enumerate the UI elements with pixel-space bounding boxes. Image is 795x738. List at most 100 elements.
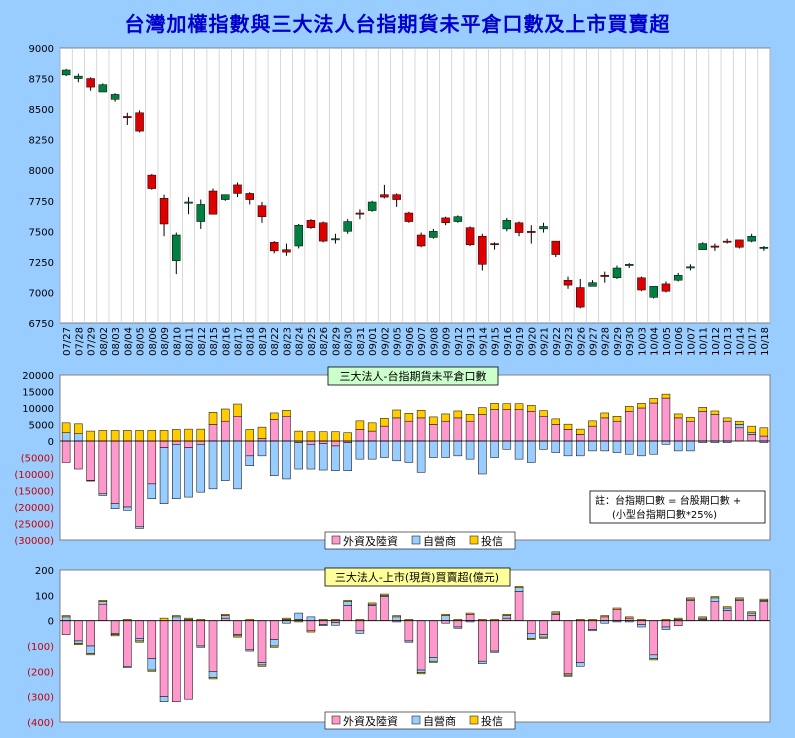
- oi-ytick-label: (10000): [14, 470, 54, 481]
- cash-bar: [221, 615, 230, 619]
- cash-bar: [441, 614, 450, 616]
- oi-bar: [514, 440, 524, 460]
- candle-xtick-label: 08/31: [356, 327, 367, 356]
- candle-xtick-label: 07/28: [74, 327, 85, 356]
- cash-bar: [172, 620, 181, 702]
- charts-svg: 9000 8750 8500 8250 8000 7750 7500 7250 7000 6750…: [14, 44, 771, 730]
- oi-legend-label: 自營商: [423, 534, 456, 548]
- cash-bar: [416, 669, 426, 673]
- oi-bar: [135, 440, 144, 528]
- candle-body: [404, 212, 414, 222]
- candle-body: [331, 238, 340, 241]
- cash-bar: [686, 597, 695, 600]
- cash-bar: [416, 672, 426, 675]
- cash-bar: [637, 620, 646, 625]
- oi-bar: [269, 440, 279, 476]
- cash-bar: [74, 620, 83, 642]
- oi-ytick-label: (5000): [21, 454, 54, 465]
- candle-xtick-label: 09/08: [429, 327, 440, 356]
- cash-bar: [661, 620, 671, 628]
- candle-body: [612, 267, 622, 279]
- candle-xtick-label: 09/28: [601, 327, 612, 356]
- cash-bar: [135, 620, 144, 639]
- cash-bar: [722, 607, 732, 611]
- oi-bar: [637, 403, 646, 409]
- oi-bar: [208, 424, 218, 442]
- cash-bar: [196, 620, 206, 647]
- candle-xtick-label: 08/10: [172, 327, 183, 356]
- candle-body: [74, 75, 83, 79]
- cash-legend-swatch: [331, 715, 341, 725]
- cash-bar: [514, 586, 524, 588]
- oi-bar: [722, 420, 732, 442]
- candle-body: [661, 283, 671, 292]
- candle-body: [673, 275, 683, 281]
- oi-bar: [649, 402, 658, 442]
- oi-bar: [343, 442, 352, 471]
- cash-bar: [588, 620, 597, 630]
- cash-bar: [649, 620, 658, 656]
- candle-xtick-label: 09/22: [552, 327, 563, 356]
- oi-bar: [649, 398, 658, 404]
- cash-bar: [453, 626, 463, 629]
- candle-xtick-label: 09/01: [368, 327, 379, 356]
- oi-bar: [735, 427, 744, 442]
- cash-ytick-label: (400): [27, 718, 54, 729]
- cash-bar: [380, 593, 389, 596]
- oi-bar: [392, 440, 401, 462]
- candle-xtick-label: 09/16: [503, 327, 514, 356]
- cash-bar: [74, 643, 83, 645]
- oi-ytick-label: 0: [48, 437, 54, 448]
- cash-bar: [306, 616, 316, 621]
- oi-bar: [233, 440, 242, 490]
- cash-legend-label: 投信: [481, 714, 503, 728]
- oi-bar: [735, 424, 744, 429]
- cash-bar: [98, 600, 108, 602]
- oi-bar: [318, 431, 328, 442]
- cash-bar: [159, 696, 169, 702]
- oi-bar: [490, 403, 499, 410]
- cash-bar: [527, 638, 536, 640]
- oi-bar: [159, 430, 169, 442]
- cash-bar: [245, 620, 254, 651]
- cash-bar: [465, 612, 475, 615]
- oi-bar: [600, 417, 609, 442]
- oi-bar: [747, 425, 756, 433]
- candle-xtick-label: 09/20: [527, 327, 538, 356]
- oi-bar: [392, 409, 401, 419]
- oi-bar: [343, 432, 352, 442]
- oi-bar: [429, 440, 438, 458]
- cash-bar: [637, 624, 646, 628]
- candle-body: [61, 69, 71, 76]
- oi-bar: [86, 480, 95, 482]
- candle-xtick-label: 08/29: [331, 327, 342, 356]
- cash-title: 三大法人-上市(現貨)買賣超(億元): [335, 570, 499, 584]
- cash-bar: [429, 657, 438, 662]
- cash-bar: [343, 600, 352, 602]
- cash-ytick-label: 100: [35, 591, 54, 602]
- cash-bar: [98, 601, 108, 605]
- cash-bar: [135, 640, 144, 643]
- cash-bar: [576, 662, 585, 667]
- candle-ytick-label: 6750: [29, 319, 54, 330]
- oi-bar: [172, 429, 181, 442]
- candle-body: [380, 194, 389, 198]
- oi-bar: [86, 430, 95, 442]
- cash-bar: [722, 610, 732, 621]
- candle-body: [514, 222, 524, 233]
- cash-bar: [380, 596, 389, 621]
- oi-ytick-label: (15000): [14, 487, 54, 498]
- cash-bar: [367, 602, 377, 605]
- oi-bar: [147, 440, 157, 485]
- cash-bar: [514, 587, 524, 592]
- cash-bar: [465, 614, 475, 621]
- oi-bar: [233, 403, 242, 417]
- cash-bar: [245, 649, 254, 652]
- cash-bar: [502, 615, 512, 619]
- oi-bar: [686, 440, 695, 452]
- oi-ytick-label: (25000): [14, 520, 54, 531]
- oi-bar: [184, 440, 193, 448]
- candle-xtick-label: 08/25: [307, 327, 318, 356]
- candle-body: [600, 275, 609, 277]
- oi-ytick-label: 10000: [22, 404, 54, 415]
